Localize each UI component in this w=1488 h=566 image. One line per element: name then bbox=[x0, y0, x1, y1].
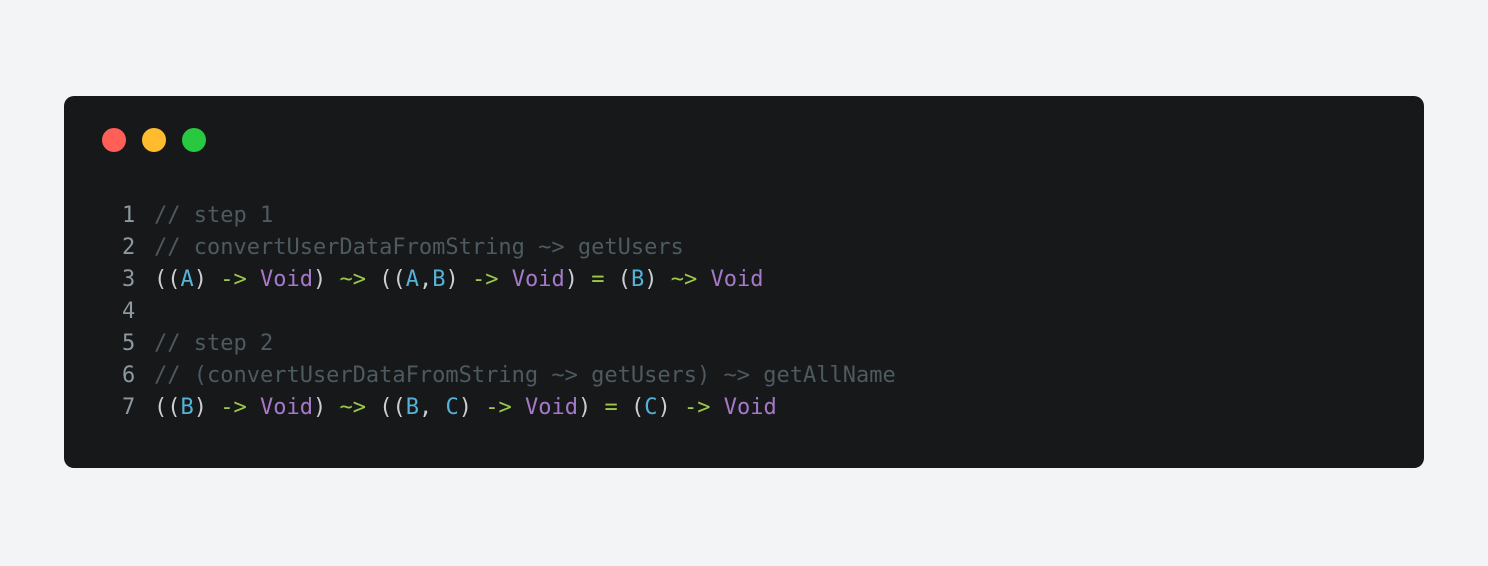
code-line: 3 ((A) -> Void) ~> ((A,B) -> Void) = (B) … bbox=[122, 264, 896, 296]
code-token: // convertUserDataFromString ~> getUsers bbox=[154, 235, 684, 260]
code-token: ) bbox=[193, 395, 221, 420]
code-token: // step 1 bbox=[154, 203, 274, 228]
code-token: Void bbox=[511, 267, 565, 292]
code-line-content: ((B) -> Void) ~> ((B, C) -> Void) = (C) … bbox=[154, 392, 777, 424]
code-token: -> bbox=[220, 395, 247, 420]
code-token: = bbox=[604, 395, 618, 420]
code-line-content: ((A) -> Void) ~> ((A,B) -> Void) = (B) ~… bbox=[154, 264, 763, 296]
code-token: C bbox=[644, 395, 658, 420]
code-token: ~> bbox=[339, 395, 366, 420]
code-token: ) bbox=[312, 267, 340, 292]
code-token: (( bbox=[154, 395, 181, 420]
code-token: -> bbox=[471, 267, 499, 292]
line-number: 5 bbox=[122, 331, 136, 356]
code-token: = bbox=[591, 267, 605, 292]
code-block: 1 // step 1 2 // convertUserDataFromString … bbox=[122, 200, 896, 424]
code-token: -> bbox=[683, 395, 711, 420]
code-line-content: // step 2 bbox=[154, 328, 273, 360]
code-line-content: // step 1 bbox=[154, 200, 273, 232]
code-token: , bbox=[418, 395, 446, 420]
code-token: A bbox=[180, 267, 194, 292]
code-token: ~> bbox=[339, 267, 366, 292]
code-line: 2 // convertUserDataFromString ~> getUser… bbox=[122, 232, 896, 264]
code-token: A bbox=[405, 267, 419, 292]
code-token: Void bbox=[260, 395, 313, 420]
window-controls bbox=[102, 128, 206, 152]
code-token: ( bbox=[604, 267, 631, 292]
code-line: 6 // (convertUserDataFromString ~> getUse… bbox=[122, 360, 896, 392]
code-line: 7 ((B) -> Void) ~> ((B, C) -> Void) = (C)… bbox=[122, 392, 896, 424]
code-line-content: // convertUserDataFromString ~> getUsers bbox=[154, 232, 684, 264]
code-token: -> bbox=[485, 395, 512, 420]
maximize-dot-icon[interactable] bbox=[182, 128, 206, 152]
code-token: Void bbox=[723, 395, 777, 420]
line-number: 4 bbox=[122, 299, 136, 324]
minimize-dot-icon[interactable] bbox=[142, 128, 166, 152]
code-token: // step 2 bbox=[154, 331, 274, 356]
code-token: Void bbox=[524, 395, 578, 420]
line-number: 7 bbox=[122, 395, 136, 420]
code-line: 1 // step 1 bbox=[122, 200, 896, 232]
code-token: (( bbox=[154, 267, 181, 292]
line-number: 2 bbox=[122, 235, 136, 260]
code-token: B bbox=[630, 267, 645, 292]
code-token: // (convertUserDataFromString ~> getUser… bbox=[154, 363, 896, 388]
code-token: -> bbox=[220, 267, 247, 292]
code-token: ) bbox=[657, 395, 684, 420]
code-line: 4 bbox=[122, 296, 896, 328]
code-line: 5 // step 2 bbox=[122, 328, 896, 360]
close-dot-icon[interactable] bbox=[102, 128, 126, 152]
code-token: (( bbox=[365, 267, 406, 292]
code-token: ( bbox=[617, 395, 645, 420]
code-token: ) bbox=[312, 395, 340, 420]
code-token: Void bbox=[710, 267, 764, 292]
code-token: , bbox=[418, 267, 433, 292]
code-window: 1 // step 1 2 // convertUserDataFromString … bbox=[64, 96, 1424, 468]
line-number: 6 bbox=[122, 363, 136, 388]
code-token: ~> bbox=[670, 267, 698, 292]
code-token: ) bbox=[644, 267, 671, 292]
code-token: C bbox=[445, 395, 459, 420]
code-token: B bbox=[405, 395, 419, 420]
code-token: ) bbox=[445, 267, 472, 292]
code-line-content: // (convertUserDataFromString ~> getUser… bbox=[154, 360, 896, 392]
line-number: 1 bbox=[122, 203, 136, 228]
code-token: B bbox=[432, 267, 446, 292]
code-token: ) bbox=[193, 267, 221, 292]
code-token: Void bbox=[260, 267, 313, 292]
code-token: ) bbox=[458, 395, 486, 420]
code-token: (( bbox=[365, 395, 406, 420]
code-token: B bbox=[180, 395, 194, 420]
code-token: ) bbox=[564, 267, 592, 292]
line-number: 3 bbox=[122, 267, 136, 292]
code-token: ) bbox=[577, 395, 605, 420]
